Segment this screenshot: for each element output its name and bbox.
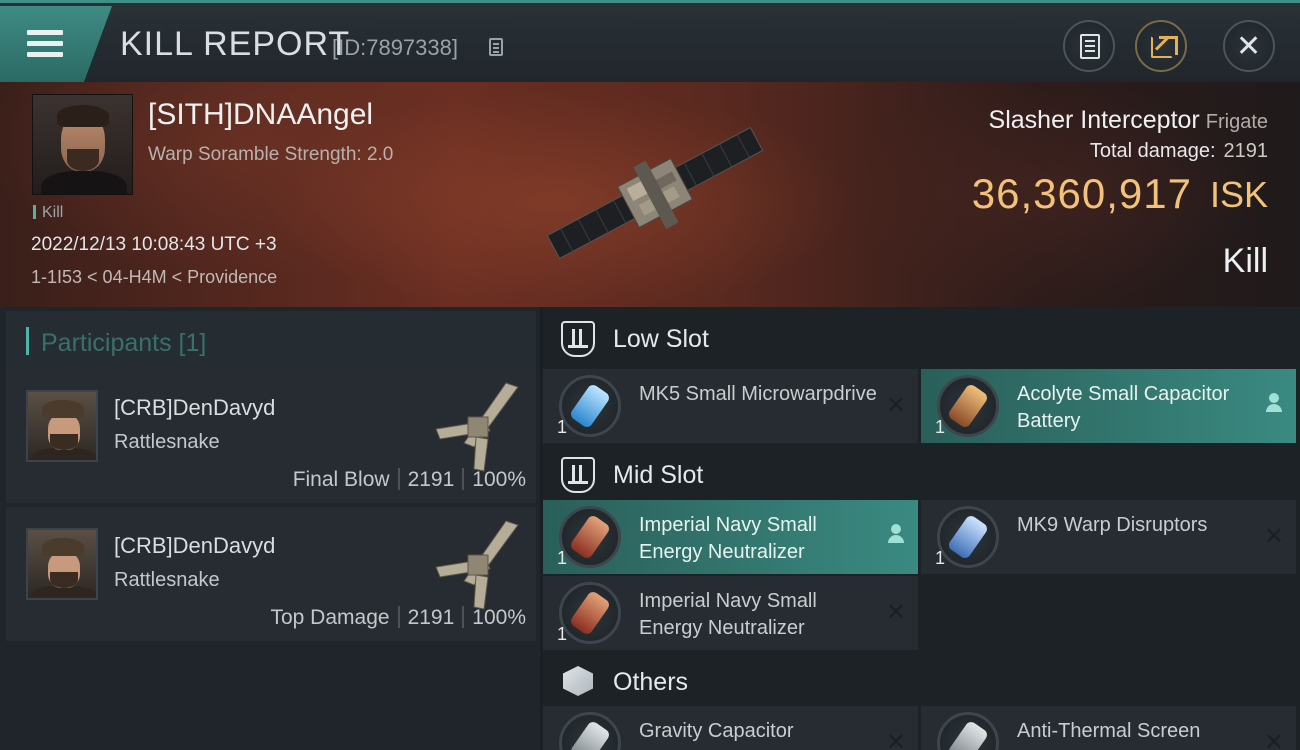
destroyed-icon: ✕ [1263,729,1284,750]
participant-ship-image [435,520,519,610]
share-button[interactable] [1135,20,1187,72]
module-warp-disruptor[interactable]: 1 MK9 Warp Disruptors ✕ [921,500,1296,574]
participant-ship-image [435,382,519,472]
hamburger-icon [27,30,63,58]
participant-percent: 100% [472,606,526,629]
menu-button[interactable] [0,6,112,82]
module-quantity: 1 [557,548,568,568]
result-label: Kill [1222,242,1268,280]
participant-ship: Rattlesnake [114,431,220,453]
victim-ship-image[interactable] [520,108,790,278]
module-anti-thermal-screen[interactable]: 1 Anti-Thermal Screen ✕ [921,706,1296,750]
total-damage: Total damage: 2191 [1090,140,1268,163]
notes-button[interactable] [1063,20,1115,72]
ship-name: Slasher Interceptor [988,106,1200,134]
module-name: Gravity Capacitor [639,720,794,742]
participant-avatar [26,528,98,600]
dropped-user-icon [1266,393,1282,413]
warp-scramble-strength: Warp Soramble Strength: 2.0 [148,144,394,165]
participant-percent: 100% [472,468,526,491]
participant-avatar [26,390,98,462]
module-name: Imperial Navy Small Energy Neutralizer [639,514,817,563]
close-icon: ✕ [1236,30,1262,63]
participants-title: Participants [1] [41,329,207,357]
participant-role: Top Damage [270,606,390,629]
module-energy-neutralizer[interactable]: 1 Imperial Navy Small Energy Neutralizer… [543,576,918,650]
warp-disruptor-icon [937,506,999,568]
kill-tag: Kill [33,204,63,222]
module-name: MK5 Small Microwarpdrive [639,383,877,405]
victim-name[interactable]: [SITH]DNAAngel [148,98,373,132]
cargo-box-icon [563,666,593,696]
destroyed-icon: ✕ [885,729,906,750]
participant-damage: 2191 [407,468,455,491]
module-quantity: 1 [935,417,946,437]
energy-neutralizer-icon [559,506,621,568]
close-button[interactable]: ✕ [1223,20,1275,72]
module-quantity: 1 [935,548,946,568]
kill-datetime: 2022/12/13 10:08:43 UTC +3 [31,234,277,255]
isk-unit: ISK [1209,174,1268,215]
module-energy-neutralizer[interactable]: 1 Imperial Navy Small Energy Neutralizer [543,500,918,574]
energy-neutralizer-icon [559,582,621,644]
destroyed-icon: ✕ [885,392,906,419]
top-bar: KILL REPORT [ID:7897338] ✕ [0,0,1300,82]
participants-panel: Participants [1] [CRB]DenDavyd Rattlesna… [0,307,540,750]
gravity-capacitor-icon [559,712,621,750]
participant-role: Final Blow [292,468,390,491]
total-damage-label: Total damage: [1089,140,1216,162]
participant-stats: Top Damage 2191 100% [270,606,526,630]
anti-thermal-screen-icon [937,712,999,750]
share-icon [1151,36,1178,58]
module-name: Anti-Thermal Screen [1017,720,1201,742]
low-slot-title: Low Slot [613,325,709,353]
participant-card[interactable]: [CRB]DenDavyd Rattlesnake Top Damage 2191… [6,507,536,641]
participant-damage: 2191 [407,606,455,629]
copy-id-icon[interactable] [489,38,503,56]
participant-stats: Final Blow 2191 100% [293,468,526,492]
participants-header[interactable]: Participants [1] [6,311,536,369]
module-gravity-capacitor[interactable]: 1 Gravity Capacitor ✕ [543,706,918,750]
report-id: [ID:7897338] [332,35,458,60]
microwarpdrive-icon [559,375,621,437]
victim-panel: [SITH]DNAAngel Warp Soramble Strength: 2… [0,82,1300,307]
total-damage-value: 2191 [1223,140,1269,162]
module-capacitor-battery[interactable]: 1 Acolyte Small Capacitor Battery [921,369,1296,443]
participant-name: [CRB]DenDavyd [114,533,276,558]
participant-ship: Rattlesnake [114,569,220,591]
module-quantity: 1 [557,624,568,644]
clipboard-icon [1080,34,1100,59]
others-header: Others [543,650,1300,712]
mid-slot-icon [561,457,595,493]
low-slot-header: Low Slot [543,307,1300,369]
isk-value: 36,360,917 [971,170,1192,217]
page-title: KILL REPORT [120,25,351,63]
dropped-user-icon [888,524,904,544]
victim-ship[interactable]: Slasher Interceptor Frigate [989,106,1268,135]
participant-name: [CRB]DenDavyd [114,395,276,420]
capacitor-battery-icon [937,375,999,437]
victim-portrait[interactable] [32,94,133,195]
mid-slot-title: Mid Slot [613,461,704,489]
mid-slot-header: Mid Slot [543,443,1300,505]
module-microwarpdrive[interactable]: 1 MK5 Small Microwarpdrive ✕ [543,369,918,443]
module-name: Acolyte Small Capacitor Battery [1017,383,1230,432]
others-title: Others [613,668,689,696]
fitting-panel: Low Slot 1 MK5 Small Microwarpdrive ✕ 1 … [543,307,1300,750]
ship-class: Frigate [1205,111,1268,133]
destroyed-icon: ✕ [885,599,906,626]
kill-location[interactable]: 1-1I53 < 04-H4M < Providence [31,267,277,288]
low-slot-icon [561,321,595,357]
module-quantity: 1 [557,417,568,437]
module-name: MK9 Warp Disruptors [1017,514,1208,536]
destroyed-icon: ✕ [1263,523,1284,550]
module-name: Imperial Navy Small Energy Neutralizer [639,590,817,639]
participant-card[interactable]: [CRB]DenDavyd Rattlesnake Final Blow 2191… [6,369,536,503]
